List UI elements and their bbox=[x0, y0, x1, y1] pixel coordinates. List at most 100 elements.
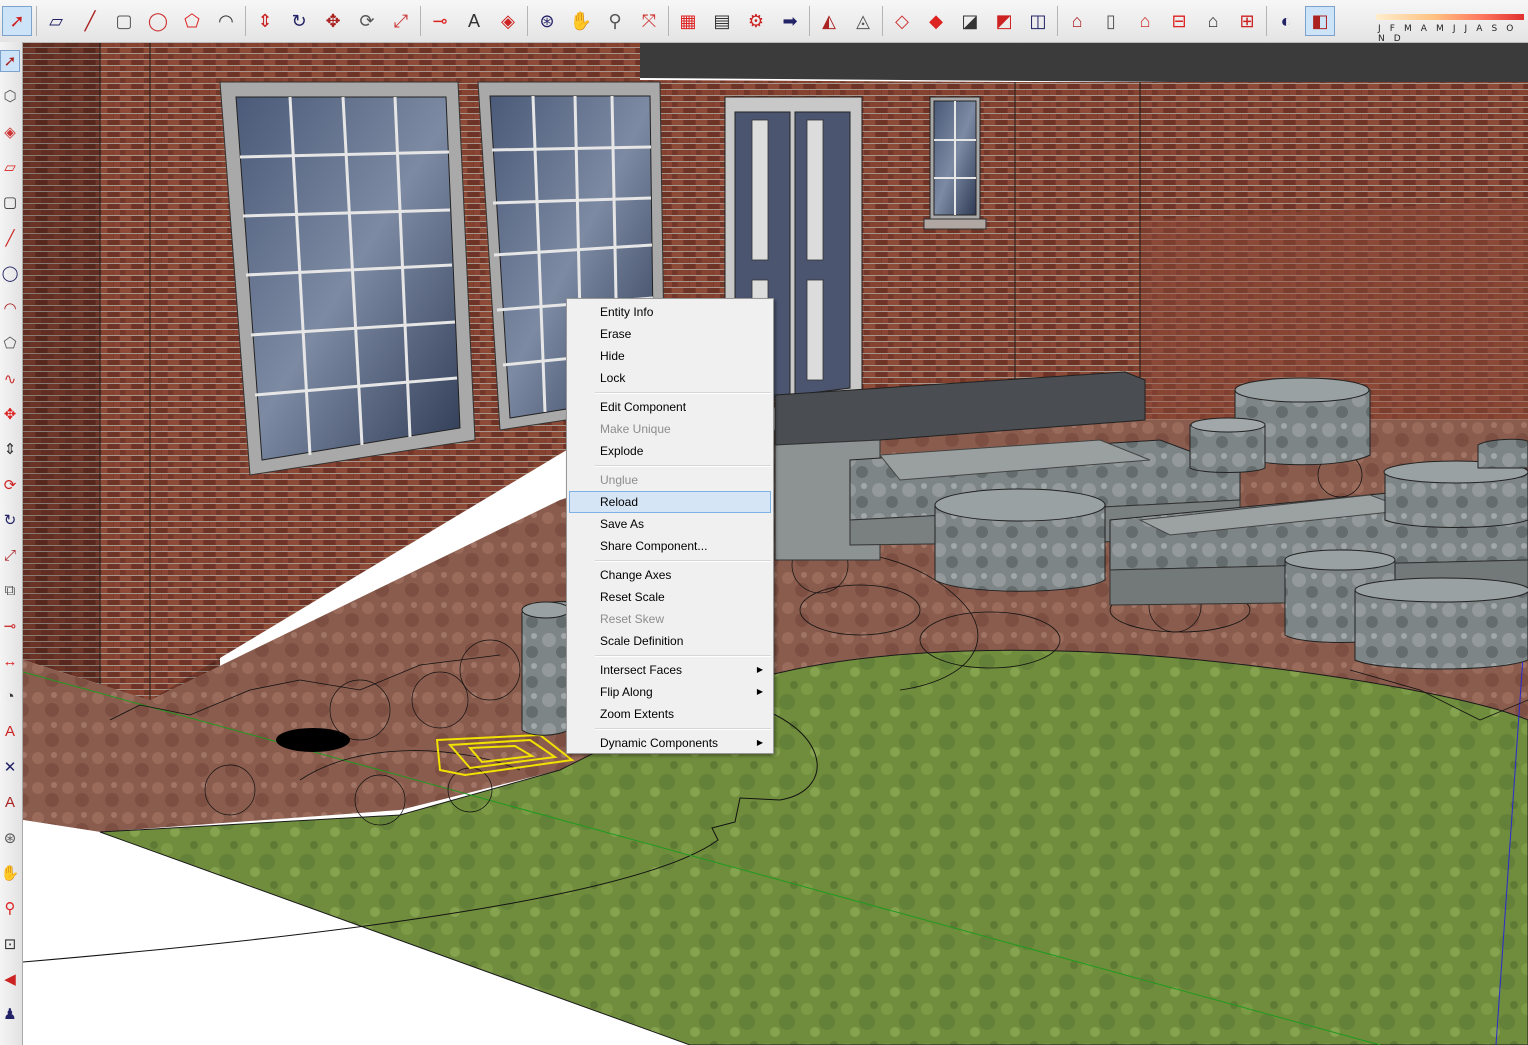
menu-item-share-component[interactable]: Share Component... bbox=[569, 535, 771, 557]
menu-item-intersect-faces[interactable]: Intersect Faces ▶ bbox=[569, 659, 771, 681]
axes-icon[interactable]: ✕ bbox=[0, 756, 20, 778]
orbit-icon[interactable]: ⊛ bbox=[532, 6, 562, 36]
menu-item-unglue[interactable]: Unglue bbox=[569, 469, 771, 491]
rotate-icon[interactable]: ⟳ bbox=[352, 6, 382, 36]
toolbar-separator bbox=[420, 6, 421, 36]
share-model-icon[interactable]: ▤ bbox=[707, 6, 737, 36]
3d-text-icon[interactable]: A bbox=[0, 791, 20, 813]
select-icon[interactable]: ➚ bbox=[0, 50, 20, 72]
right-view-icon[interactable]: ⊟ bbox=[1164, 6, 1194, 36]
tape-measure-icon[interactable]: ⊸ bbox=[425, 6, 455, 36]
scene bbox=[23, 43, 1528, 1045]
eraser-icon[interactable]: ▱ bbox=[0, 156, 20, 178]
move-icon[interactable]: ✥ bbox=[318, 6, 348, 36]
menu-item-entity-info[interactable]: Entity Info bbox=[569, 301, 771, 323]
eraser-icon[interactable]: ▱ bbox=[41, 6, 71, 36]
menu-item-lock[interactable]: Lock bbox=[569, 367, 771, 389]
menu-item-scale-definition[interactable]: Scale Definition bbox=[569, 630, 771, 652]
text-icon[interactable]: A bbox=[0, 721, 20, 743]
menu-item-erase[interactable]: Erase bbox=[569, 323, 771, 345]
iso-view-icon[interactable]: ⌂ bbox=[1062, 6, 1092, 36]
menu-item-label: Unglue bbox=[600, 473, 639, 487]
toolbar-separator bbox=[668, 6, 669, 36]
protractor-icon[interactable]: ◔ bbox=[0, 685, 20, 707]
polygon-icon[interactable]: ⬠ bbox=[177, 6, 207, 36]
menu-item-zoom-extents[interactable]: Zoom Extents bbox=[569, 703, 771, 725]
sandbox-from-contours-icon[interactable]: ◩ bbox=[989, 6, 1019, 36]
follow-me-icon[interactable]: ↻ bbox=[0, 509, 20, 531]
follow-me-icon[interactable]: ↻ bbox=[284, 6, 314, 36]
menu-item-save-as[interactable]: Save As bbox=[569, 513, 771, 535]
menu-item-hide[interactable]: Hide bbox=[569, 345, 771, 367]
menu-item-change-axes[interactable]: Change Axes bbox=[569, 564, 771, 586]
menu-item-reset-scale[interactable]: Reset Scale bbox=[569, 586, 771, 608]
zoom-extents-icon[interactable]: ⤧ bbox=[634, 6, 664, 36]
toolbar-separator bbox=[245, 6, 246, 36]
components-icon[interactable]: ⚙ bbox=[741, 6, 771, 36]
month-labels: J F M A M J J A S O N D bbox=[1378, 24, 1517, 44]
scale-icon[interactable]: ⤢ bbox=[0, 544, 20, 566]
push-pull-icon[interactable]: ⇕ bbox=[0, 438, 20, 460]
menu-item-reload[interactable]: Reload bbox=[569, 491, 771, 513]
menu-item-label: Flip Along bbox=[600, 685, 653, 699]
freehand-icon[interactable]: ∿ bbox=[0, 368, 20, 390]
offset-icon[interactable]: ⧉ bbox=[0, 580, 20, 602]
walk-icon[interactable]: ♟ bbox=[0, 1003, 20, 1025]
menu-item-label: Scale Definition bbox=[600, 634, 684, 648]
shadow-month-slider[interactable]: J F M A M J J A S O N D bbox=[1376, 8, 1526, 44]
menu-separator bbox=[595, 728, 771, 730]
select-icon[interactable]: ➚ bbox=[2, 6, 32, 36]
sandbox-add-detail-icon[interactable]: ◆ bbox=[921, 6, 951, 36]
menu-item-flip-along[interactable]: Flip Along ▶ bbox=[569, 681, 771, 703]
menu-item-label: Zoom Extents bbox=[600, 707, 675, 721]
arc-icon[interactable]: ◠ bbox=[0, 297, 20, 319]
extension-icon[interactable]: ➡ bbox=[775, 6, 805, 36]
menu-item-label: Save As bbox=[600, 517, 645, 531]
pan-icon[interactable]: ✋ bbox=[566, 6, 596, 36]
menu-separator bbox=[595, 465, 771, 467]
polygon-icon[interactable]: ⬠ bbox=[0, 332, 20, 354]
display-shadows-icon[interactable]: ◧ bbox=[1305, 6, 1335, 36]
get-models-icon[interactable]: ▦ bbox=[673, 6, 703, 36]
zoom-icon[interactable]: ⚲ bbox=[600, 6, 630, 36]
text-icon[interactable]: A bbox=[459, 6, 489, 36]
rectangle-icon[interactable]: ▢ bbox=[109, 6, 139, 36]
menu-item-make-unique[interactable]: Make Unique bbox=[569, 418, 771, 440]
menu-item-dynamic-components[interactable]: Dynamic Components ▶ bbox=[569, 732, 771, 754]
menu-item-label: Explode bbox=[600, 444, 644, 458]
orbit-icon[interactable]: ⊛ bbox=[0, 827, 20, 849]
scale-icon[interactable]: ⤢ bbox=[386, 6, 416, 36]
move-icon[interactable]: ✥ bbox=[0, 403, 20, 425]
menu-item-explode[interactable]: Explode bbox=[569, 440, 771, 462]
rectangle-icon[interactable]: ▢ bbox=[0, 191, 20, 213]
left-view-icon[interactable]: ⊞ bbox=[1232, 6, 1262, 36]
menu-item-reset-skew[interactable]: Reset Skew bbox=[569, 608, 771, 630]
paint-bucket-icon[interactable]: ◈ bbox=[493, 6, 523, 36]
tape-measure-icon[interactable]: ⊸ bbox=[0, 615, 20, 637]
front-view-icon[interactable]: ▯ bbox=[1096, 6, 1126, 36]
line-icon[interactable]: ╱ bbox=[75, 6, 105, 36]
shadows-info-icon[interactable]: ◐ bbox=[1271, 6, 1301, 36]
sandbox-flip-edge-icon[interactable]: ◪ bbox=[955, 6, 985, 36]
make-component-icon[interactable]: ⬡ bbox=[0, 85, 20, 107]
sandbox-stamp-icon[interactable]: ◬ bbox=[848, 6, 878, 36]
menu-item-edit-component[interactable]: Edit Component bbox=[569, 396, 771, 418]
top-view-icon[interactable]: ⌂ bbox=[1130, 6, 1160, 36]
circle-icon[interactable]: ◯ bbox=[143, 6, 173, 36]
zoom-window-icon[interactable]: ⊡ bbox=[0, 933, 20, 955]
back-view-icon[interactable]: ⌂ bbox=[1198, 6, 1228, 36]
dimension-icon[interactable]: ↔ bbox=[0, 650, 20, 672]
rotate-icon[interactable]: ⟳ bbox=[0, 474, 20, 496]
model-viewport[interactable] bbox=[23, 43, 1528, 1045]
sandbox-smoove-icon[interactable]: ◭ bbox=[814, 6, 844, 36]
previous-view-icon[interactable]: ◀ bbox=[0, 968, 20, 990]
zoom-icon[interactable]: ⚲ bbox=[0, 897, 20, 919]
sandbox-from-scratch-icon[interactable]: ◫ bbox=[1023, 6, 1053, 36]
push-pull-icon[interactable]: ⇕ bbox=[250, 6, 280, 36]
circle-icon[interactable]: ◯ bbox=[0, 262, 20, 284]
pan-icon[interactable]: ✋ bbox=[0, 862, 20, 884]
sandbox-drape-icon[interactable]: ◇ bbox=[887, 6, 917, 36]
paint-bucket-icon[interactable]: ◈ bbox=[0, 121, 20, 143]
line-icon[interactable]: ╱ bbox=[0, 227, 20, 249]
arc-icon[interactable]: ◠ bbox=[211, 6, 241, 36]
